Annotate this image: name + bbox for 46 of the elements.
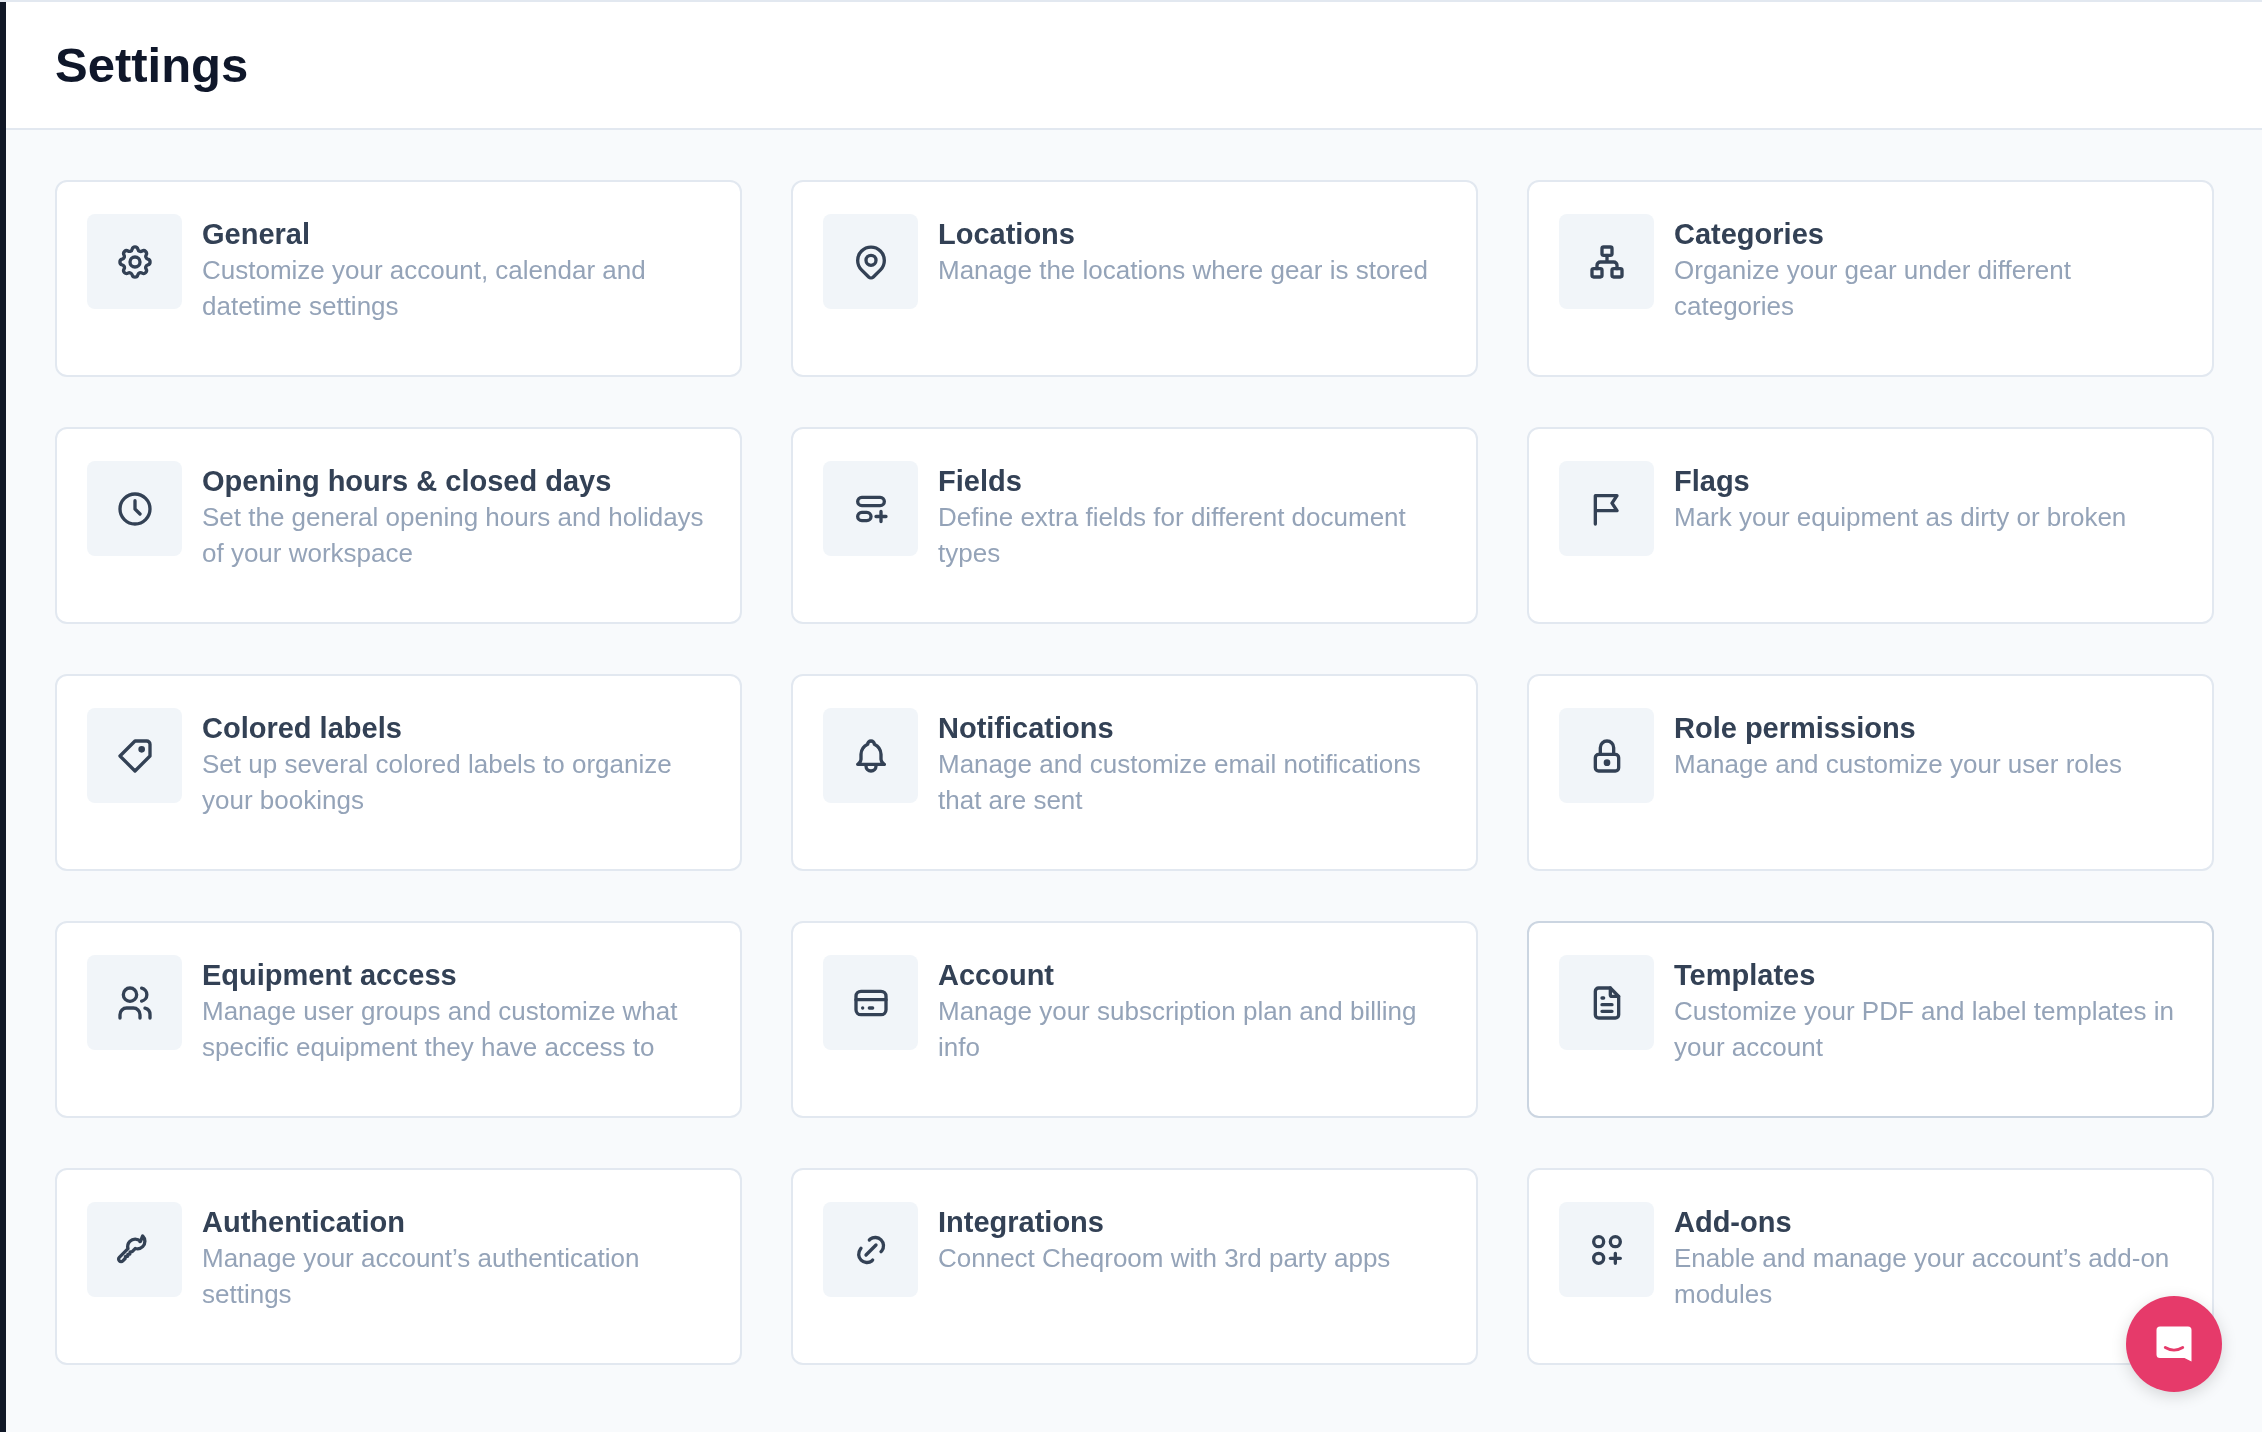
settings-card[interactable]: Integrations Connect Cheqroom with 3rd party apps — [791, 1168, 1478, 1365]
settings-card[interactable]: Equipment access Manage user groups and customize what specific equipment they have access to — [55, 921, 742, 1118]
settings-card[interactable]: Account Manage your subscription plan and billing info — [791, 921, 1478, 1118]
settings-card[interactable]: Opening hours & closed days Set the general opening hours and holidays of your workspace — [55, 427, 742, 624]
settings-card[interactable]: Locations Manage the locations where gear is stored — [791, 180, 1478, 377]
card-title: Colored labels — [202, 711, 402, 746]
card-description: Organize your gear under different categories — [1674, 254, 2072, 323]
settings-card[interactable]: Add-ons Enable and manage your account’s add-on modules — [1527, 1168, 2214, 1365]
card-title: General — [202, 217, 310, 252]
card-title: Fields — [938, 464, 1022, 499]
settings-card[interactable]: Templates Customize your PDF and label templates in your account — [1527, 921, 2214, 1118]
card-description: Set up several colored labels to organize your bookings — [202, 748, 673, 817]
settings-card[interactable]: Role permissions Manage and customize your user roles — [1527, 674, 2214, 871]
settings-card[interactable]: Flags Mark your equipment as dirty or broken — [1527, 427, 2214, 624]
card-description: Connect Cheqroom with 3rd party apps — [938, 1242, 1391, 1275]
card-title: Role permissions — [1674, 711, 1916, 746]
settings-card[interactable]: Colored labels Set up several colored labels to organize your bookings — [55, 674, 742, 871]
card-description: Set the general opening hours and holidays of your workspace — [202, 501, 705, 570]
card-title: Authentication — [202, 1205, 405, 1240]
card-description: Manage user groups and customize what specific equipment they have access to — [202, 995, 679, 1064]
card-title: Flags — [1674, 464, 1750, 499]
settings-card[interactable]: Fields Define extra fields for different document types — [791, 427, 1478, 624]
settings-card[interactable]: General Customize your account, calendar and datetime settings — [55, 180, 742, 377]
card-title: Integrations — [938, 1205, 1104, 1240]
card-title: Templates — [1674, 958, 1816, 993]
card-description: Manage your account’s authentication settings — [202, 1242, 641, 1311]
page-title: Settings — [55, 37, 249, 93]
card-title: Notifications — [938, 711, 1114, 746]
card-description: Define extra fields for different document types — [938, 501, 1407, 570]
card-description: Mark your equipment as dirty or broken — [1674, 501, 2127, 534]
settings-card[interactable]: Authentication Manage your account’s authentication settings — [55, 1168, 742, 1365]
card-title: Locations — [938, 217, 1075, 252]
card-description: Customize your account, calendar and datetime settings — [202, 254, 647, 323]
card-description: Enable and manage your account’s add-on modules — [1674, 1242, 2171, 1311]
card-description: Customize your PDF and label templates in your account — [1674, 995, 2175, 1064]
card-title: Account — [938, 958, 1054, 993]
card-description: Manage and customize email notifications that are sent — [938, 748, 1422, 817]
card-description: Manage the locations where gear is stored — [938, 254, 1428, 287]
card-description: Manage your subscription plan and billing info — [938, 995, 1418, 1064]
card-title: Categories — [1674, 217, 1824, 252]
card-title: Equipment access — [202, 958, 457, 993]
settings-card[interactable]: Categories Organize your gear under different categories — [1527, 180, 2214, 377]
card-title: Add-ons — [1674, 1205, 1792, 1240]
settings-card[interactable]: Notifications Manage and customize email notifications that are sent — [791, 674, 1478, 871]
card-title: Opening hours & closed days — [202, 464, 612, 499]
card-description: Manage and customize your user roles — [1674, 748, 2122, 781]
